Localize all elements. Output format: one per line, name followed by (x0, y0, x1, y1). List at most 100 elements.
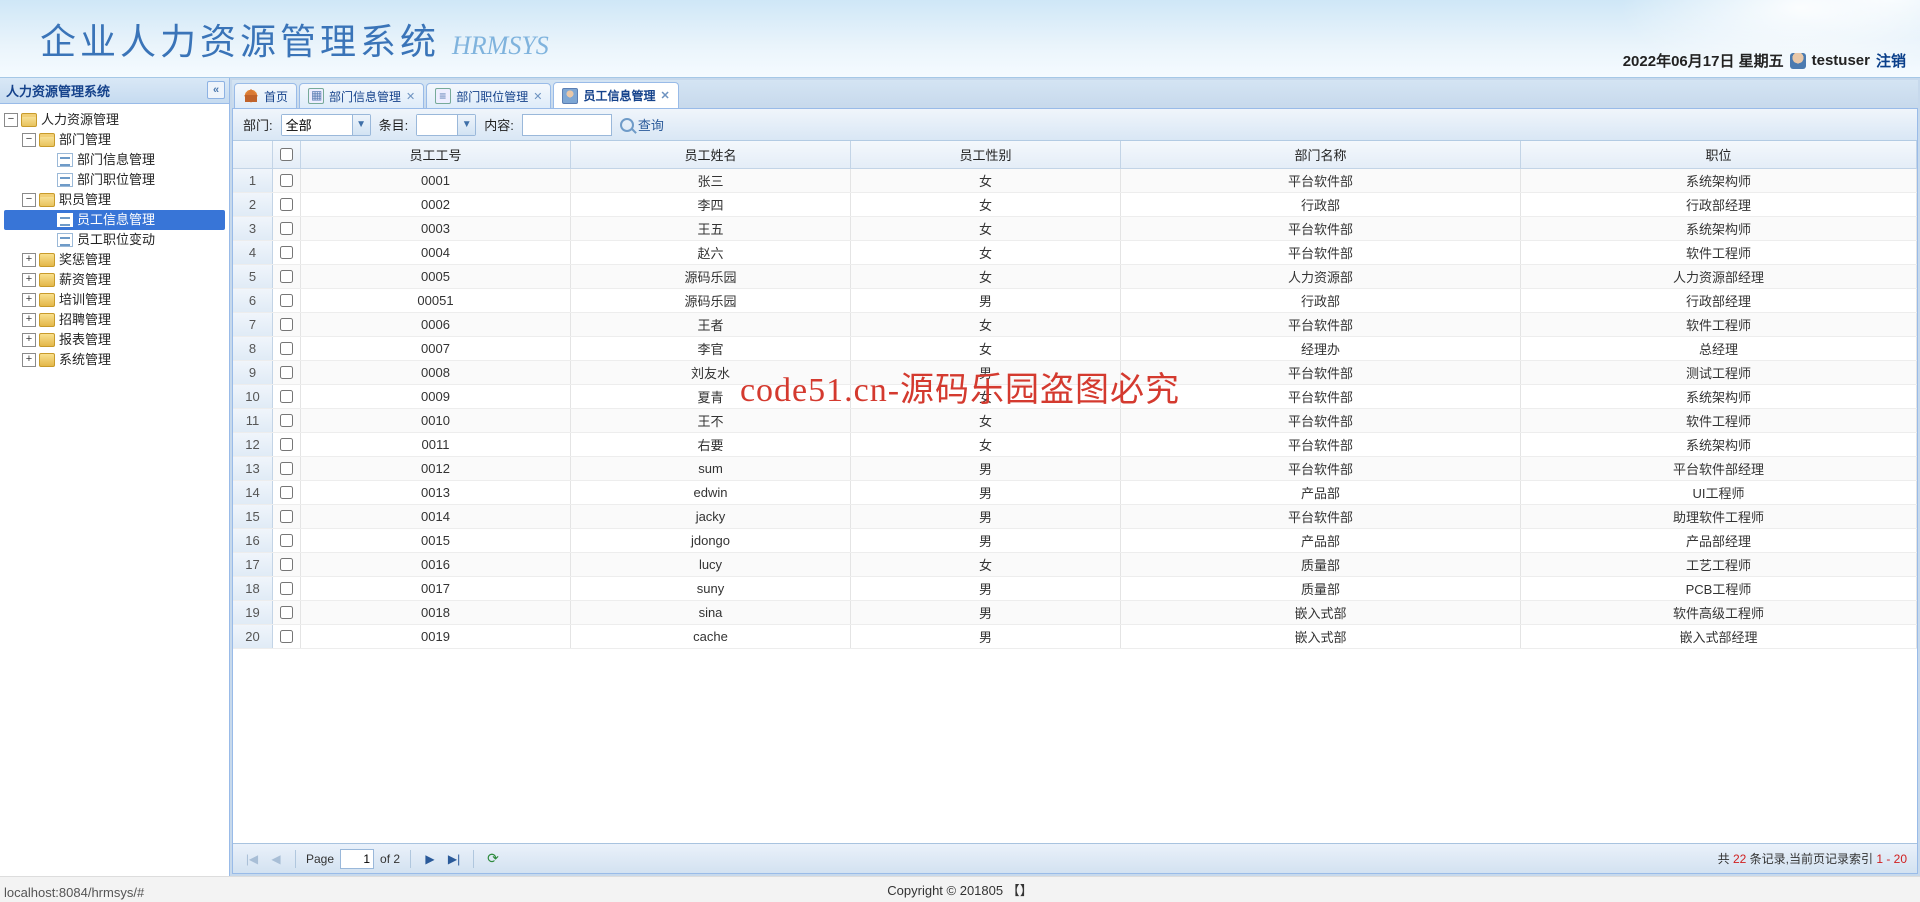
close-icon[interactable]: ✕ (533, 90, 542, 103)
expand-icon[interactable]: + (22, 313, 36, 327)
field-combo[interactable]: ▼ (416, 114, 476, 136)
collapse-icon[interactable]: − (4, 113, 18, 127)
table-row[interactable]: 50005源码乐园女人力资源部人力资源部经理 (233, 265, 1917, 289)
field-input[interactable] (417, 115, 457, 135)
row-checkbox[interactable] (280, 414, 293, 427)
row-checkbox-cell[interactable] (273, 265, 301, 288)
collapse-icon[interactable]: − (22, 133, 36, 147)
row-checkbox[interactable] (280, 438, 293, 451)
chevron-down-icon[interactable]: ▼ (352, 115, 370, 135)
select-all-checkbox[interactable] (280, 148, 293, 161)
tree-node[interactable]: 员工信息管理 (4, 210, 225, 230)
table-row[interactable]: 130012sum男平台软件部平台软件部经理 (233, 457, 1917, 481)
tree-node[interactable]: 部门信息管理 (4, 150, 225, 170)
row-checkbox[interactable] (280, 342, 293, 355)
tab[interactable]: 部门职位管理✕ (426, 83, 551, 108)
row-checkbox[interactable] (280, 510, 293, 523)
row-checkbox[interactable] (280, 486, 293, 499)
table-row[interactable]: 20002李四女行政部行政部经理 (233, 193, 1917, 217)
dept-input[interactable] (282, 115, 352, 135)
logout-link[interactable]: 注销 (1876, 50, 1906, 71)
row-checkbox[interactable] (280, 246, 293, 259)
dept-combo[interactable]: ▼ (281, 114, 371, 136)
tree-node[interactable]: +系统管理 (4, 350, 225, 370)
row-checkbox-cell[interactable] (273, 193, 301, 216)
table-row[interactable]: 140013edwin男产品部UI工程师 (233, 481, 1917, 505)
row-checkbox-cell[interactable] (273, 457, 301, 480)
col-checkbox[interactable] (273, 141, 301, 168)
last-page-button[interactable]: ▶| (445, 850, 463, 868)
row-checkbox[interactable] (280, 222, 293, 235)
table-row[interactable]: 180017suny男质量部PCB工程师 (233, 577, 1917, 601)
table-row[interactable]: 10001张三女平台软件部系统架构师 (233, 169, 1917, 193)
row-checkbox-cell[interactable] (273, 289, 301, 312)
expand-icon[interactable]: + (22, 353, 36, 367)
table-row[interactable]: 30003王五女平台软件部系统架构师 (233, 217, 1917, 241)
table-row[interactable]: 40004赵六女平台软件部软件工程师 (233, 241, 1917, 265)
close-icon[interactable]: ✕ (406, 90, 415, 103)
row-checkbox[interactable] (280, 390, 293, 403)
page-input[interactable] (340, 849, 374, 869)
tree-node[interactable]: +培训管理 (4, 290, 225, 310)
tree-node[interactable]: −部门管理 (4, 130, 225, 150)
grid-body[interactable]: 10001张三女平台软件部系统架构师20002李四女行政部行政部经理30003王… (233, 169, 1917, 843)
collapse-sidebar-button[interactable]: « (207, 81, 225, 99)
row-checkbox[interactable] (280, 582, 293, 595)
row-checkbox-cell[interactable] (273, 505, 301, 528)
row-checkbox[interactable] (280, 366, 293, 379)
first-page-button[interactable]: |◀ (243, 850, 261, 868)
row-checkbox[interactable] (280, 198, 293, 211)
table-row[interactable]: 90008刘友水男平台软件部测试工程师 (233, 361, 1917, 385)
row-checkbox[interactable] (280, 534, 293, 547)
table-row[interactable]: 110010王不女平台软件部软件工程师 (233, 409, 1917, 433)
row-checkbox[interactable] (280, 318, 293, 331)
close-icon[interactable]: ✕ (661, 89, 670, 102)
row-checkbox[interactable] (280, 630, 293, 643)
collapse-icon[interactable]: − (22, 193, 36, 207)
tab[interactable]: 员工信息管理✕ (553, 82, 678, 108)
row-checkbox-cell[interactable] (273, 433, 301, 456)
row-checkbox-cell[interactable] (273, 553, 301, 576)
refresh-button[interactable]: ⟳ (484, 850, 502, 868)
col-dept-name[interactable]: 部门名称 (1121, 141, 1521, 168)
table-row[interactable]: 80007李官女经理办总经理 (233, 337, 1917, 361)
row-checkbox-cell[interactable] (273, 625, 301, 648)
row-checkbox-cell[interactable] (273, 601, 301, 624)
tab[interactable]: 部门信息管理✕ (299, 83, 424, 108)
table-row[interactable]: 100009夏青女平台软件部系统架构师 (233, 385, 1917, 409)
tree-node[interactable]: 员工职位变动 (4, 230, 225, 250)
col-position[interactable]: 职位 (1521, 141, 1917, 168)
tree-node[interactable]: 部门职位管理 (4, 170, 225, 190)
expand-icon[interactable]: + (22, 273, 36, 287)
table-row[interactable]: 600051源码乐园男行政部行政部经理 (233, 289, 1917, 313)
expand-icon[interactable]: + (22, 253, 36, 267)
tree-node[interactable]: −职员管理 (4, 190, 225, 210)
row-checkbox-cell[interactable] (273, 169, 301, 192)
row-checkbox[interactable] (280, 462, 293, 475)
expand-icon[interactable]: + (22, 293, 36, 307)
col-emp-id[interactable]: 员工工号 (301, 141, 571, 168)
search-button[interactable]: 查询 (620, 115, 664, 134)
content-input[interactable] (522, 114, 612, 136)
table-row[interactable]: 190018sina男嵌入式部软件高级工程师 (233, 601, 1917, 625)
tree-node[interactable]: +薪资管理 (4, 270, 225, 290)
table-row[interactable]: 200019cache男嵌入式部嵌入式部经理 (233, 625, 1917, 649)
row-checkbox-cell[interactable] (273, 241, 301, 264)
row-checkbox[interactable] (280, 270, 293, 283)
tree-node[interactable]: +报表管理 (4, 330, 225, 350)
col-emp-name[interactable]: 员工姓名 (571, 141, 851, 168)
table-row[interactable]: 170016lucy女质量部工艺工程师 (233, 553, 1917, 577)
row-checkbox-cell[interactable] (273, 529, 301, 552)
row-checkbox-cell[interactable] (273, 313, 301, 336)
table-row[interactable]: 160015jdongo男产品部产品部经理 (233, 529, 1917, 553)
tree-node[interactable]: −人力资源管理 (4, 110, 225, 130)
next-page-button[interactable]: ▶ (421, 850, 439, 868)
row-checkbox-cell[interactable] (273, 361, 301, 384)
row-checkbox-cell[interactable] (273, 385, 301, 408)
table-row[interactable]: 150014jacky男平台软件部助理软件工程师 (233, 505, 1917, 529)
row-checkbox-cell[interactable] (273, 577, 301, 600)
tree-node[interactable]: +奖惩管理 (4, 250, 225, 270)
row-checkbox-cell[interactable] (273, 217, 301, 240)
row-checkbox-cell[interactable] (273, 481, 301, 504)
row-checkbox[interactable] (280, 174, 293, 187)
